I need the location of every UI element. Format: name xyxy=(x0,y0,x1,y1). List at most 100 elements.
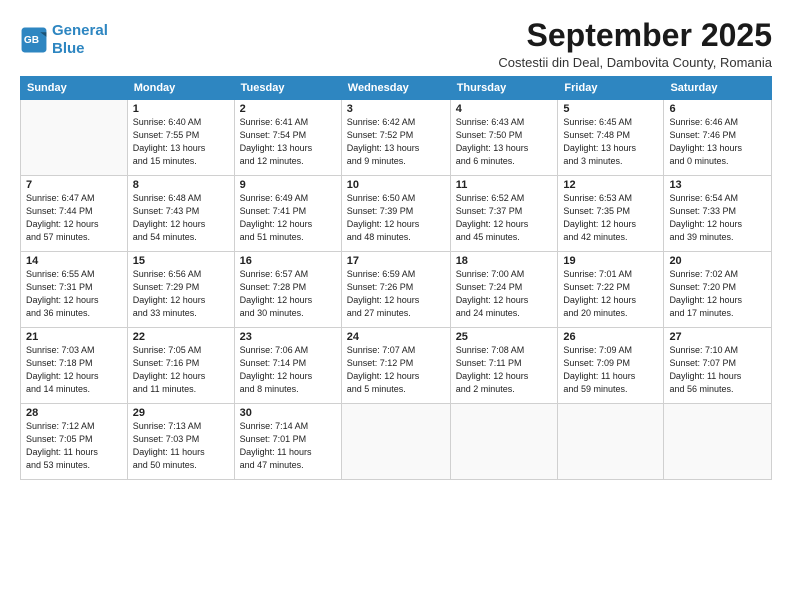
day-cell: 26Sunrise: 7:09 AM Sunset: 7:09 PM Dayli… xyxy=(558,328,664,404)
day-cell: 27Sunrise: 7:10 AM Sunset: 7:07 PM Dayli… xyxy=(664,328,772,404)
week-row-3: 21Sunrise: 7:03 AM Sunset: 7:18 PM Dayli… xyxy=(21,328,772,404)
day-info: Sunrise: 6:43 AM Sunset: 7:50 PM Dayligh… xyxy=(456,116,553,168)
day-number: 27 xyxy=(669,331,766,343)
day-number: 8 xyxy=(133,179,229,191)
day-number: 28 xyxy=(26,407,122,419)
day-number: 30 xyxy=(240,407,336,419)
day-info: Sunrise: 7:07 AM Sunset: 7:12 PM Dayligh… xyxy=(347,344,445,396)
day-info: Sunrise: 6:50 AM Sunset: 7:39 PM Dayligh… xyxy=(347,192,445,244)
weekday-sunday: Sunday xyxy=(21,77,128,100)
day-info: Sunrise: 7:06 AM Sunset: 7:14 PM Dayligh… xyxy=(240,344,336,396)
day-number: 7 xyxy=(26,179,122,191)
day-number: 18 xyxy=(456,255,553,267)
day-number: 19 xyxy=(563,255,658,267)
day-number: 22 xyxy=(133,331,229,343)
day-cell: 16Sunrise: 6:57 AM Sunset: 7:28 PM Dayli… xyxy=(234,252,341,328)
day-number: 24 xyxy=(347,331,445,343)
day-number: 1 xyxy=(133,103,229,115)
day-number: 15 xyxy=(133,255,229,267)
weekday-header-row: SundayMondayTuesdayWednesdayThursdayFrid… xyxy=(21,77,772,100)
day-cell xyxy=(341,404,450,480)
day-info: Sunrise: 7:09 AM Sunset: 7:09 PM Dayligh… xyxy=(563,344,658,396)
day-info: Sunrise: 7:03 AM Sunset: 7:18 PM Dayligh… xyxy=(26,344,122,396)
day-cell: 20Sunrise: 7:02 AM Sunset: 7:20 PM Dayli… xyxy=(664,252,772,328)
weekday-friday: Friday xyxy=(558,77,664,100)
day-number: 20 xyxy=(669,255,766,267)
page: GB General Blue September 2025 Costestii… xyxy=(0,0,792,612)
day-info: Sunrise: 6:46 AM Sunset: 7:46 PM Dayligh… xyxy=(669,116,766,168)
day-cell: 24Sunrise: 7:07 AM Sunset: 7:12 PM Dayli… xyxy=(341,328,450,404)
day-cell: 25Sunrise: 7:08 AM Sunset: 7:11 PM Dayli… xyxy=(450,328,558,404)
day-cell: 30Sunrise: 7:14 AM Sunset: 7:01 PM Dayli… xyxy=(234,404,341,480)
location-title: Costestii din Deal, Dambovita County, Ro… xyxy=(498,55,772,70)
day-number: 26 xyxy=(563,331,658,343)
logo-blue: Blue xyxy=(52,40,85,57)
weekday-wednesday: Wednesday xyxy=(341,77,450,100)
day-info: Sunrise: 7:05 AM Sunset: 7:16 PM Dayligh… xyxy=(133,344,229,396)
day-info: Sunrise: 7:01 AM Sunset: 7:22 PM Dayligh… xyxy=(563,268,658,320)
month-title: September 2025 xyxy=(498,18,772,53)
day-number: 29 xyxy=(133,407,229,419)
day-info: Sunrise: 6:52 AM Sunset: 7:37 PM Dayligh… xyxy=(456,192,553,244)
logo-general: General xyxy=(52,22,108,39)
day-cell: 1Sunrise: 6:40 AM Sunset: 7:55 PM Daylig… xyxy=(127,100,234,176)
day-cell: 13Sunrise: 6:54 AM Sunset: 7:33 PM Dayli… xyxy=(664,176,772,252)
title-area: September 2025 Costestii din Deal, Dambo… xyxy=(498,18,772,70)
day-number: 23 xyxy=(240,331,336,343)
day-info: Sunrise: 6:45 AM Sunset: 7:48 PM Dayligh… xyxy=(563,116,658,168)
day-number: 3 xyxy=(347,103,445,115)
day-number: 10 xyxy=(347,179,445,191)
day-number: 21 xyxy=(26,331,122,343)
day-cell: 12Sunrise: 6:53 AM Sunset: 7:35 PM Dayli… xyxy=(558,176,664,252)
day-cell: 23Sunrise: 7:06 AM Sunset: 7:14 PM Dayli… xyxy=(234,328,341,404)
day-number: 4 xyxy=(456,103,553,115)
day-info: Sunrise: 6:40 AM Sunset: 7:55 PM Dayligh… xyxy=(133,116,229,168)
day-cell: 11Sunrise: 6:52 AM Sunset: 7:37 PM Dayli… xyxy=(450,176,558,252)
weekday-thursday: Thursday xyxy=(450,77,558,100)
day-cell xyxy=(558,404,664,480)
weekday-tuesday: Tuesday xyxy=(234,77,341,100)
day-info: Sunrise: 6:53 AM Sunset: 7:35 PM Dayligh… xyxy=(563,192,658,244)
day-info: Sunrise: 6:42 AM Sunset: 7:52 PM Dayligh… xyxy=(347,116,445,168)
day-number: 5 xyxy=(563,103,658,115)
day-cell: 29Sunrise: 7:13 AM Sunset: 7:03 PM Dayli… xyxy=(127,404,234,480)
week-row-0: 1Sunrise: 6:40 AM Sunset: 7:55 PM Daylig… xyxy=(21,100,772,176)
day-info: Sunrise: 6:59 AM Sunset: 7:26 PM Dayligh… xyxy=(347,268,445,320)
header-area: GB General Blue September 2025 Costestii… xyxy=(20,18,772,70)
day-cell: 17Sunrise: 6:59 AM Sunset: 7:26 PM Dayli… xyxy=(341,252,450,328)
day-cell: 21Sunrise: 7:03 AM Sunset: 7:18 PM Dayli… xyxy=(21,328,128,404)
day-cell: 28Sunrise: 7:12 AM Sunset: 7:05 PM Dayli… xyxy=(21,404,128,480)
day-info: Sunrise: 6:55 AM Sunset: 7:31 PM Dayligh… xyxy=(26,268,122,320)
day-number: 12 xyxy=(563,179,658,191)
day-number: 6 xyxy=(669,103,766,115)
day-cell: 5Sunrise: 6:45 AM Sunset: 7:48 PM Daylig… xyxy=(558,100,664,176)
svg-text:GB: GB xyxy=(24,35,39,46)
day-number: 16 xyxy=(240,255,336,267)
logo: GB General Blue xyxy=(20,22,108,58)
logo-icon: GB xyxy=(20,26,48,54)
day-number: 9 xyxy=(240,179,336,191)
day-number: 13 xyxy=(669,179,766,191)
day-cell: 8Sunrise: 6:48 AM Sunset: 7:43 PM Daylig… xyxy=(127,176,234,252)
day-cell: 22Sunrise: 7:05 AM Sunset: 7:16 PM Dayli… xyxy=(127,328,234,404)
day-info: Sunrise: 6:54 AM Sunset: 7:33 PM Dayligh… xyxy=(669,192,766,244)
day-cell: 9Sunrise: 6:49 AM Sunset: 7:41 PM Daylig… xyxy=(234,176,341,252)
day-info: Sunrise: 7:13 AM Sunset: 7:03 PM Dayligh… xyxy=(133,420,229,472)
day-info: Sunrise: 7:10 AM Sunset: 7:07 PM Dayligh… xyxy=(669,344,766,396)
day-number: 11 xyxy=(456,179,553,191)
day-number: 14 xyxy=(26,255,122,267)
day-info: Sunrise: 6:47 AM Sunset: 7:44 PM Dayligh… xyxy=(26,192,122,244)
day-cell: 2Sunrise: 6:41 AM Sunset: 7:54 PM Daylig… xyxy=(234,100,341,176)
day-info: Sunrise: 6:41 AM Sunset: 7:54 PM Dayligh… xyxy=(240,116,336,168)
day-info: Sunrise: 7:14 AM Sunset: 7:01 PM Dayligh… xyxy=(240,420,336,472)
day-cell xyxy=(664,404,772,480)
day-info: Sunrise: 6:57 AM Sunset: 7:28 PM Dayligh… xyxy=(240,268,336,320)
weekday-saturday: Saturday xyxy=(664,77,772,100)
weekday-monday: Monday xyxy=(127,77,234,100)
week-row-2: 14Sunrise: 6:55 AM Sunset: 7:31 PM Dayli… xyxy=(21,252,772,328)
day-info: Sunrise: 7:00 AM Sunset: 7:24 PM Dayligh… xyxy=(456,268,553,320)
day-cell: 19Sunrise: 7:01 AM Sunset: 7:22 PM Dayli… xyxy=(558,252,664,328)
day-number: 2 xyxy=(240,103,336,115)
day-info: Sunrise: 7:08 AM Sunset: 7:11 PM Dayligh… xyxy=(456,344,553,396)
day-cell: 10Sunrise: 6:50 AM Sunset: 7:39 PM Dayli… xyxy=(341,176,450,252)
